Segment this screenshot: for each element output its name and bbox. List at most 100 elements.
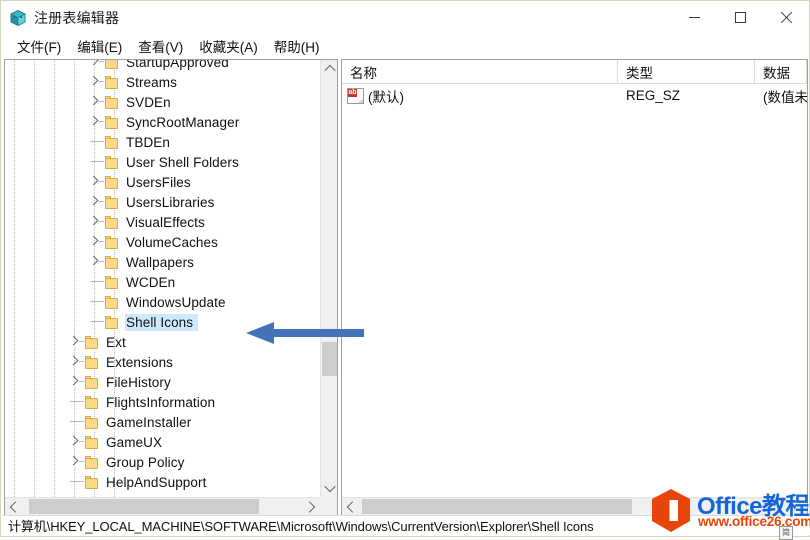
tree-connector-line	[90, 141, 104, 142]
tree-item[interactable]: StartupApproved	[5, 60, 320, 72]
folder-icon	[85, 355, 99, 369]
menu-favorites[interactable]: 收藏夹(A)	[191, 34, 266, 58]
tree-expander[interactable]	[65, 432, 85, 452]
tree-item-label: FileHistory	[106, 374, 171, 390]
tree-expander[interactable]	[65, 352, 85, 372]
tree-item-label: GameUX	[106, 434, 163, 450]
chevron-right-icon	[68, 355, 79, 366]
minimize-button[interactable]	[671, 1, 717, 34]
folder-icon	[105, 315, 119, 329]
chevron-right-icon	[68, 435, 79, 446]
folder-icon	[105, 95, 119, 109]
tree-expander[interactable]	[85, 60, 105, 72]
tree-item[interactable]: FileHistory	[5, 372, 320, 392]
tree-leaf-connector	[85, 272, 105, 292]
tree-expander[interactable]	[85, 72, 105, 92]
tree-expander[interactable]	[65, 452, 85, 472]
tree-vertical-scrollbar[interactable]	[320, 60, 337, 497]
column-name[interactable]: 名称	[342, 60, 618, 84]
title-bar: 注册表编辑器	[1, 1, 809, 34]
tree-expander[interactable]	[85, 212, 105, 232]
tree-connector-line	[90, 281, 104, 282]
chevron-right-icon	[88, 255, 99, 266]
tree-connector-line	[99, 61, 104, 62]
list-horizontal-scrollbar[interactable]	[342, 497, 807, 515]
tree-item[interactable]: Wallpapers	[5, 252, 320, 272]
menu-view[interactable]: 查看(V)	[130, 34, 191, 58]
tree-expander[interactable]	[85, 192, 105, 212]
tree-item[interactable]: Shell Icons	[5, 312, 320, 332]
column-data[interactable]: 数据	[755, 60, 807, 84]
tree-item[interactable]: UsersFiles	[5, 172, 320, 192]
tree-item[interactable]: WindowsUpdate	[5, 292, 320, 312]
close-button[interactable]	[763, 1, 809, 34]
tree-connector-line	[99, 261, 104, 262]
folder-icon	[105, 60, 119, 69]
tree-expander[interactable]	[65, 332, 85, 352]
folder-icon	[105, 75, 119, 89]
tree-expander[interactable]	[65, 372, 85, 392]
tree-item[interactable]: Streams	[5, 72, 320, 92]
chevron-right-icon	[88, 175, 99, 186]
values-list-row[interactable]: ab (默认) REG_SZ (数值未	[342, 84, 807, 107]
tree-item[interactable]: SyncRootManager	[5, 112, 320, 132]
menu-help[interactable]: 帮助(H)	[266, 34, 328, 58]
tree-connector-line	[79, 441, 84, 442]
tree-expander[interactable]	[85, 112, 105, 132]
tree-connector-line	[99, 101, 104, 102]
tree-scroll-down-button[interactable]	[321, 479, 337, 497]
tree-item-label: Ext	[106, 334, 126, 350]
tree-vertical-scroll-thumb[interactable]	[322, 342, 337, 376]
chevron-right-icon	[88, 195, 99, 206]
tree-item[interactable]: HelpAndSupport	[5, 472, 320, 492]
tree-item[interactable]: Extensions	[5, 352, 320, 372]
tree-leaf-connector	[65, 472, 85, 492]
tree-scroll-up-button[interactable]	[321, 60, 337, 78]
list-horizontal-scroll-thumb[interactable]	[362, 499, 632, 514]
tree-scroll-right-button[interactable]	[302, 498, 320, 515]
registry-values-pane: 名称 类型 数据 ab (默认) REG_SZ (数值未	[341, 59, 808, 516]
tree-connector-line	[99, 121, 104, 122]
tree-expander[interactable]	[85, 232, 105, 252]
tree-expander[interactable]	[85, 92, 105, 112]
tree-item-label: Streams	[126, 74, 177, 90]
maximize-button[interactable]	[717, 1, 763, 34]
tree-expander[interactable]	[85, 252, 105, 272]
tree-item[interactable]: GameUX	[5, 432, 320, 452]
status-path: 计算机\HKEY_LOCAL_MACHINE\SOFTWARE\Microsof…	[8, 519, 594, 534]
chevron-right-icon	[88, 215, 99, 226]
tree-item-label: User Shell Folders	[126, 154, 239, 170]
values-list-header: 名称 类型 数据	[342, 60, 807, 84]
tree-scroll-left-button[interactable]	[5, 498, 23, 515]
menu-edit[interactable]: 编辑(E)	[69, 34, 130, 58]
chevron-left-icon	[9, 500, 22, 513]
tree-item[interactable]: VisualEffects	[5, 212, 320, 232]
tree-item-label: VisualEffects	[126, 214, 205, 230]
list-scroll-left-button[interactable]	[342, 498, 360, 515]
tree-viewport[interactable]: StartupApproved Streams SVDEn SyncRootManag…	[5, 60, 320, 497]
tree-connector-line	[90, 321, 104, 322]
tree-item[interactable]: Group Policy	[5, 452, 320, 472]
tree-connector-line	[70, 401, 84, 402]
chevron-left-icon	[346, 500, 359, 513]
chevron-right-icon	[88, 95, 99, 106]
tree-item[interactable]: Ext	[5, 332, 320, 352]
column-type[interactable]: 类型	[618, 60, 755, 84]
tree-item[interactable]: VolumeCaches	[5, 232, 320, 252]
chevron-right-icon	[88, 60, 99, 66]
tree-item[interactable]: TBDEn	[5, 132, 320, 152]
tree-item[interactable]: SVDEn	[5, 92, 320, 112]
tree-item[interactable]: WCDEn	[5, 272, 320, 292]
tree-horizontal-scrollbar[interactable]	[5, 497, 320, 515]
menu-file[interactable]: 文件(F)	[9, 34, 69, 58]
tree-connector-line	[70, 421, 84, 422]
tree-item-label: TBDEn	[126, 134, 171, 150]
tree-horizontal-scroll-thumb[interactable]	[29, 499, 259, 514]
tree-item[interactable]: UsersLibraries	[5, 192, 320, 212]
folder-icon	[105, 235, 119, 249]
chevron-right-icon	[68, 455, 79, 466]
tree-expander[interactable]	[85, 172, 105, 192]
tree-item[interactable]: GameInstaller	[5, 412, 320, 432]
tree-item[interactable]: User Shell Folders	[5, 152, 320, 172]
tree-item[interactable]: FlightsInformation	[5, 392, 320, 412]
